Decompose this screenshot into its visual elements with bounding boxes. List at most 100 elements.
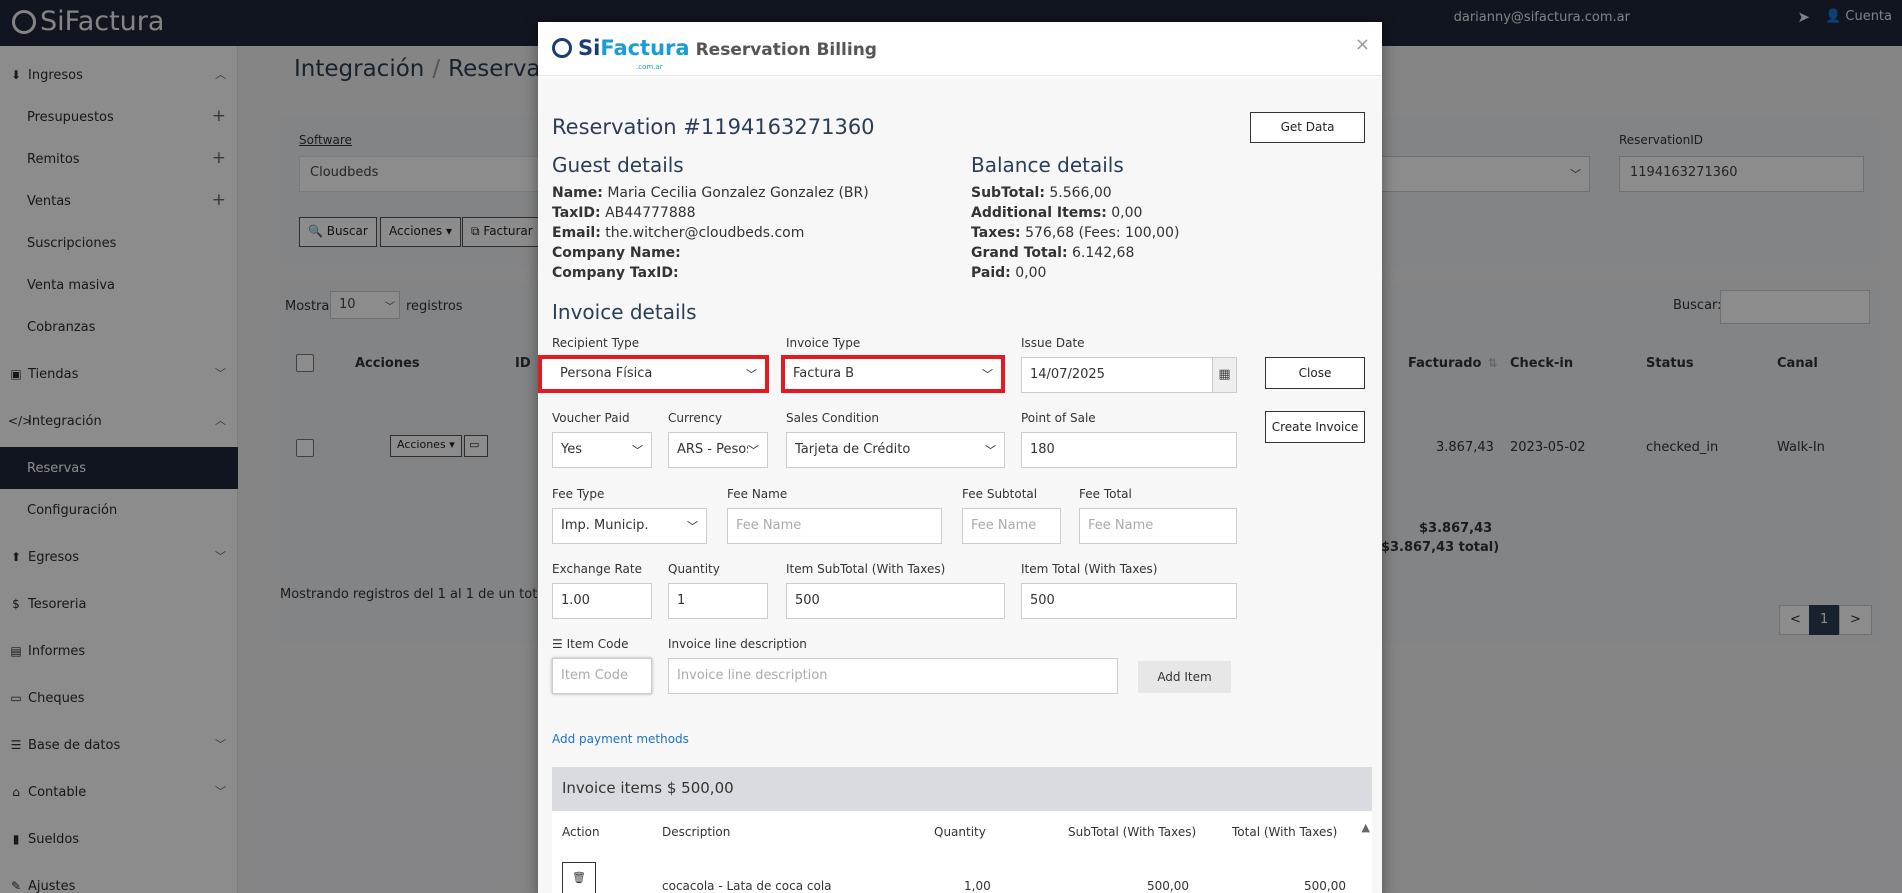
modal-header: SiFactura Reservation Billing .com.ar × <box>538 22 1382 76</box>
balance-grand-total: Grand Total: 6.142,68 <box>971 243 1179 263</box>
scroll-up-icon[interactable]: ▲ <box>1362 821 1370 834</box>
issue-date-value: 14/07/2025 <box>1030 367 1105 382</box>
modal-logo: SiFactura Reservation Billing .com.ar <box>552 35 877 71</box>
balance-paid: Paid: 0,00 <box>971 263 1179 283</box>
fee-type-label: Fee Type <box>552 487 605 501</box>
guest-details: Name: Maria Cecilia Gonzalez Gonzalez (B… <box>552 183 869 283</box>
trash-icon: 🗑 <box>572 871 586 884</box>
sales-condition-select[interactable]: Tarjeta de Crédito ﹀ <box>786 432 1005 468</box>
voucher-paid-select[interactable]: Yes ﹀ <box>552 432 652 468</box>
balance-subtotal-value: 5.566,00 <box>1049 185 1112 201</box>
guest-email-value: the.witcher@cloudbeds.com <box>605 225 805 241</box>
currency-label: Currency <box>668 411 723 425</box>
item-code-input[interactable]: Item Code <box>552 658 652 694</box>
balance-details-title: Balance details <box>971 153 1124 177</box>
invoice-type-label: Invoice Type <box>786 336 861 350</box>
balance-taxes-key: Taxes: <box>971 225 1021 241</box>
create-invoice-button[interactable]: Create Invoice <box>1265 411 1365 443</box>
chevron-down-icon: ﹀ <box>746 368 757 381</box>
reservation-title: Reservation #1194163271360 <box>552 115 875 139</box>
delete-item-button[interactable]: 🗑 <box>562 862 596 893</box>
guest-taxid: TaxID: AB44777888 <box>552 203 869 223</box>
close-button[interactable]: Close <box>1265 357 1365 389</box>
voucher-paid-value: Yes <box>561 442 582 457</box>
line-description-input[interactable]: Invoice line description <box>668 658 1118 694</box>
guest-company-name: Company Name: <box>552 243 869 263</box>
point-of-sale-label: Point of Sale <box>1021 411 1096 425</box>
fee-name-input[interactable]: Fee Name <box>727 508 942 544</box>
issue-date-label: Issue Date <box>1021 336 1085 350</box>
item-description: cocacola - Lata de coca cola <box>662 879 832 893</box>
item-code-label: ☰ Item Code <box>552 637 628 651</box>
guest-taxid-key: TaxID: <box>552 205 601 221</box>
recipient-type-label: Recipient Type <box>552 336 640 350</box>
sales-condition-value: Tarjeta de Crédito <box>795 442 911 457</box>
modal-title: Reservation Billing <box>695 40 877 60</box>
item-total-input[interactable]: 500 <box>1021 583 1237 619</box>
balance-subtotal: SubTotal: 5.566,00 <box>971 183 1179 203</box>
item-code-label-text: Item Code <box>566 637 629 651</box>
fee-total-input[interactable]: Fee Name <box>1079 508 1237 544</box>
guest-company-name-key: Company Name: <box>552 245 681 261</box>
chevron-down-icon: ﹀ <box>748 442 759 458</box>
fee-type-select[interactable]: Imp. Municip. ﹀ <box>552 508 707 544</box>
balance-details: SubTotal: 5.566,00 Additional Items: 0,0… <box>971 183 1179 283</box>
recipient-type-select[interactable]: Persona Física ﹀ <box>538 355 769 393</box>
item-quantity: 1,00 <box>964 879 991 893</box>
add-item-button[interactable]: Add Item <box>1138 661 1231 693</box>
col-description: Description <box>662 825 731 839</box>
guest-company-taxid-key: Company TaxID: <box>552 265 679 281</box>
brand-tld: .com.ar <box>636 63 663 71</box>
add-payment-methods-link[interactable]: Add payment methods <box>552 732 689 746</box>
chevron-down-icon: ﹀ <box>985 444 996 457</box>
chevron-down-icon: ﹀ <box>687 520 698 533</box>
get-data-button[interactable]: Get Data <box>1250 112 1365 143</box>
guest-name-value: Maria Cecilia Gonzalez Gonzalez (BR) <box>607 185 869 201</box>
col-action: Action <box>562 825 600 839</box>
point-of-sale-input[interactable]: 180 <box>1021 432 1237 468</box>
fee-subtotal-label: Fee Subtotal <box>962 487 1038 501</box>
balance-grand-total-value: 6.142,68 <box>1072 245 1135 261</box>
guest-email-key: Email: <box>552 225 601 241</box>
invoice-items-table: Action Description Quantity SubTotal (Wi… <box>552 811 1372 893</box>
sales-condition-label: Sales Condition <box>786 411 880 425</box>
balance-paid-key: Paid: <box>971 265 1011 281</box>
chevron-down-icon: ﹀ <box>632 444 643 457</box>
invoice-details-title: Invoice details <box>552 300 697 324</box>
exchange-rate-input[interactable]: 1.00 <box>552 583 652 619</box>
guest-details-title: Guest details <box>552 153 684 177</box>
logo-ring-icon <box>552 38 572 58</box>
modal-body: Reservation #1194163271360 Get Data Gues… <box>538 77 1382 893</box>
item-subtotal-input[interactable]: 500 <box>786 583 1005 619</box>
invoice-type-value: Factura B <box>793 366 855 381</box>
fee-name-label: Fee Name <box>727 487 788 501</box>
brand-part-a: Si <box>578 36 601 60</box>
currency-select[interactable]: ARS - Pesos ﹀ <box>668 432 768 468</box>
guest-taxid-value: AB44777888 <box>605 205 696 221</box>
line-description-label: Invoice line description <box>668 637 807 651</box>
fee-subtotal-input[interactable]: Fee Name <box>962 508 1061 544</box>
col-subtotal: SubTotal (With Taxes) <box>1068 825 1197 839</box>
guest-name-key: Name: <box>552 185 603 201</box>
quantity-input[interactable]: 1 <box>668 583 768 619</box>
currency-value: ARS - Pesos <box>677 442 754 457</box>
balance-additional: Additional Items: 0,00 <box>971 203 1179 223</box>
calendar-icon[interactable]: ▦ <box>1212 358 1236 392</box>
issue-date-input[interactable]: 14/07/2025 ▦ <box>1021 357 1237 393</box>
invoice-type-select[interactable]: Factura B ﹀ <box>781 355 1005 393</box>
fee-type-value: Imp. Municip. <box>561 518 649 533</box>
brand-part-b: Factura <box>600 36 690 60</box>
close-icon[interactable]: × <box>1355 34 1370 55</box>
balance-taxes: Taxes: 576,68 (Fees: 100,00) <box>971 223 1179 243</box>
col-quantity: Quantity <box>934 825 986 839</box>
chevron-down-icon: ﹀ <box>982 368 993 381</box>
quantity-label: Quantity <box>668 562 720 576</box>
fee-total-label: Fee Total <box>1079 487 1132 501</box>
balance-taxes-value: 576,68 (Fees: 100,00) <box>1025 225 1180 241</box>
invoice-items-header: Invoice items $ 500,00 <box>552 767 1372 811</box>
balance-paid-value: 0,00 <box>1015 265 1047 281</box>
guest-company-taxid: Company TaxID: <box>552 263 869 283</box>
recipient-type-value: Persona Física <box>560 366 653 381</box>
guest-email: Email: the.witcher@cloudbeds.com <box>552 223 869 243</box>
item-subtotal: 500,00 <box>1147 879 1189 893</box>
